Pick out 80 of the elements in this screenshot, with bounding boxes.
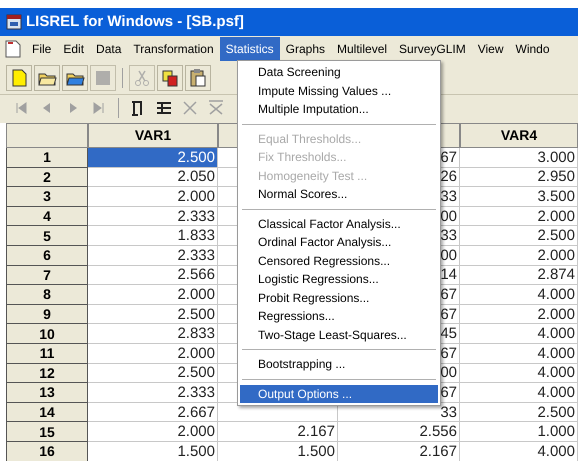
table-cell[interactable]: 2.950 (460, 168, 578, 188)
clipboard-icon[interactable] (185, 64, 211, 90)
table-cell[interactable]: 2.500 (460, 226, 578, 246)
table-cell[interactable]: 2.000 (460, 304, 578, 324)
menu-item[interactable]: Regressions... (240, 307, 438, 326)
table-cell[interactable]: 2.500 (88, 304, 218, 324)
app-icon (6, 14, 22, 30)
table-cell[interactable]: 2.667 (88, 402, 218, 422)
menu-item[interactable]: View (472, 36, 510, 60)
row-header[interactable]: 6 (6, 246, 88, 266)
menu-item[interactable]: Statistics (220, 36, 280, 60)
table-cell[interactable]: 2.333 (88, 206, 218, 226)
row-header[interactable]: 7 (6, 266, 88, 286)
row-header[interactable]: 5 (6, 226, 88, 246)
table-cell[interactable]: 2.500 (88, 148, 218, 168)
menu-item[interactable]: SurveyGLIM (393, 36, 472, 60)
table-cell[interactable]: 2.833 (88, 324, 218, 344)
table-cell[interactable]: 1.000 (460, 422, 578, 442)
table-cell[interactable]: 1.833 (88, 226, 218, 246)
table-cell[interactable]: 2.050 (88, 168, 218, 188)
row-header[interactable]: 2 (6, 168, 88, 188)
folder-icon[interactable] (34, 64, 60, 90)
table-cell[interactable]: 2.000 (460, 246, 578, 266)
table-cell[interactable]: 2.000 (88, 422, 218, 442)
menu-item[interactable]: Classical Factor Analysis... (240, 214, 438, 233)
table-cell[interactable]: 2.000 (88, 344, 218, 364)
row-header[interactable]: 15 (6, 422, 88, 442)
table-cell[interactable]: 2.874 (460, 266, 578, 286)
row-header[interactable]: 4 (6, 206, 88, 226)
table-cell[interactable]: 2.000 (88, 285, 218, 305)
menu-item[interactable]: Data Screening (240, 63, 438, 82)
table-cell[interactable]: 3.000 (460, 148, 578, 168)
table-cell[interactable]: 4.000 (460, 383, 578, 403)
table-cell[interactable]: 2.500 (460, 402, 578, 422)
menu-item[interactable]: Two-Stage Least-Squares... (240, 326, 438, 344)
menu-item[interactable]: Edit (57, 36, 90, 60)
column-header[interactable]: VAR1 (88, 123, 218, 148)
table-cell[interactable]: 4.000 (460, 285, 578, 305)
table-cell[interactable]: 2.566 (88, 266, 218, 286)
menu-item[interactable]: Ordinal Factor Analysis... (240, 233, 438, 252)
table-cell[interactable]: 2.167 (218, 422, 338, 442)
menu-item[interactable]: Censored Regressions... (240, 252, 438, 270)
table-cell[interactable]: 2.500 (88, 364, 218, 384)
menu-item[interactable]: Data (90, 36, 128, 60)
menu-item[interactable]: Probit Regressions... (240, 288, 438, 307)
table-cell[interactable]: 4.000 (460, 364, 578, 384)
row-header[interactable]: 13 (6, 383, 88, 403)
menu-item[interactable]: Logistic Regressions... (240, 270, 438, 288)
row-header[interactable]: 14 (6, 402, 88, 422)
table-cell[interactable]: 2.333 (88, 383, 218, 403)
menu-item[interactable]: Output Options ... (240, 384, 438, 403)
menu-item[interactable]: Bootstrapping ... (240, 355, 438, 374)
row-header[interactable]: 9 (6, 304, 88, 324)
new-file-icon[interactable] (6, 64, 32, 90)
menu-item[interactable]: Windo (510, 36, 556, 60)
menu-item[interactable]: File (26, 36, 58, 60)
menu-item[interactable]: Impute Missing Values ... (240, 82, 438, 100)
table-cell[interactable]: 2.333 (88, 246, 218, 266)
row-header[interactable]: 11 (6, 344, 88, 364)
table-cell[interactable]: 4.000 (460, 344, 578, 364)
window-title: LISREL for Windows - [SB.psf] (26, 12, 244, 32)
menu-item[interactable]: Normal Scores... (240, 185, 438, 204)
row-header[interactable]: 16 (6, 442, 88, 461)
table-cell[interactable]: 2.000 (460, 206, 578, 226)
column-header[interactable]: VAR4 (460, 123, 578, 148)
menu-item[interactable]: Transformation (127, 36, 220, 60)
table-cell[interactable]: 2.000 (88, 187, 218, 207)
menu-item[interactable]: Multilevel (331, 36, 394, 60)
row-header[interactable]: 12 (6, 364, 88, 384)
folder-icon[interactable] (62, 64, 88, 90)
menu-item[interactable]: Graphs (280, 36, 332, 60)
row-header[interactable]: 3 (6, 187, 88, 207)
table-cell[interactable]: 4.000 (460, 324, 578, 344)
document-icon (4, 38, 22, 58)
table-cell[interactable]: 3.500 (460, 187, 578, 207)
copy-icon[interactable] (157, 64, 183, 90)
row-header[interactable]: 8 (6, 285, 88, 305)
row-header[interactable]: 10 (6, 324, 88, 344)
table-cell[interactable]: 2.556 (338, 422, 460, 442)
row-header[interactable]: 1 (6, 148, 88, 168)
